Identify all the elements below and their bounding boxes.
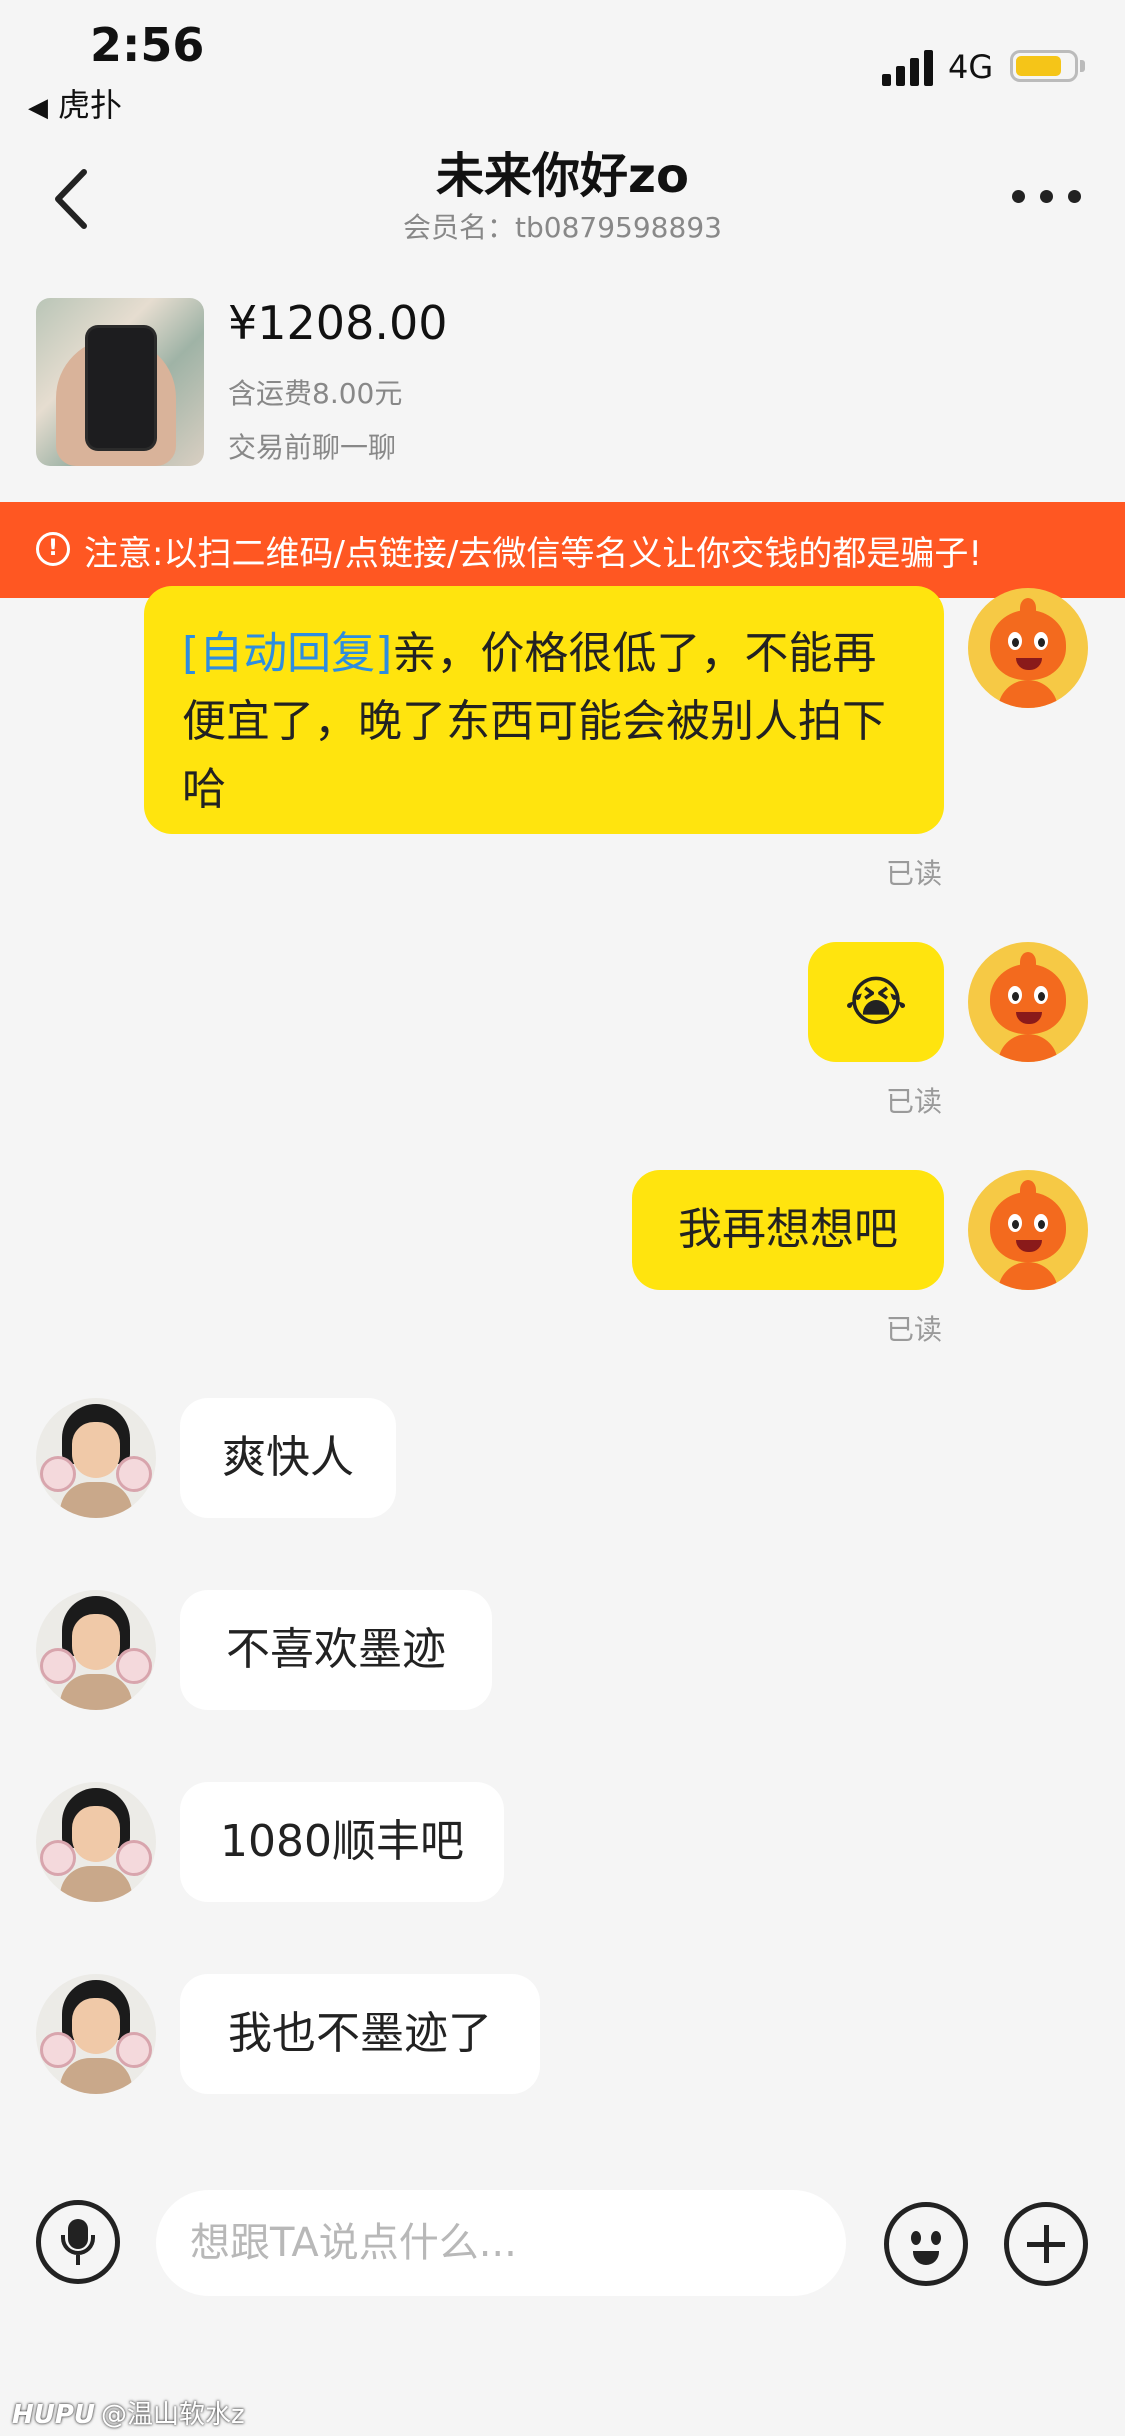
battery-icon — [1010, 50, 1078, 82]
read-receipt: 已读 — [886, 857, 943, 890]
watermark-brand: HUPU — [12, 2400, 96, 2430]
signal-icon — [882, 50, 934, 86]
message-input[interactable] — [156, 2190, 846, 2296]
watermark-user: @温山软水z — [101, 2400, 245, 2430]
scam-warning-banner: ! 注意:以扫二维码/点链接/去微信等名义让你交钱的都是骗子! — [0, 502, 1125, 598]
contact-avatar[interactable] — [36, 1974, 156, 2094]
message-bubble-outgoing[interactable]: [自动回复]亲，价格很低了，不能再便宜了，晚了东西可能会被别人拍下哈 — [144, 586, 944, 834]
message-bubble-outgoing[interactable]: 😭 — [808, 942, 944, 1062]
chat-title: 未来你好zo — [436, 148, 689, 204]
message-text: 爽快人 — [222, 1432, 354, 1483]
message-bubble-incoming[interactable]: 1080顺丰吧 — [180, 1782, 504, 1902]
more-icon[interactable] — [1012, 190, 1082, 204]
message-text: 我也不墨迹了 — [228, 2008, 492, 2059]
my-avatar[interactable] — [968, 588, 1088, 708]
emoji-icon[interactable] — [884, 2202, 968, 2286]
battery-tip — [1080, 60, 1085, 72]
message-bubble-incoming[interactable]: 不喜欢墨迹 — [180, 1590, 492, 1710]
message-text: 1080顺丰吧 — [220, 1816, 464, 1867]
member-name: 会员名：tb0879598893 — [403, 211, 722, 244]
contact-avatar[interactable] — [36, 1398, 156, 1518]
message-text: 我再想想吧 — [678, 1204, 898, 1255]
watermark: HUPU @温山软水z — [12, 2394, 245, 2431]
my-avatar[interactable] — [968, 1170, 1088, 1290]
voice-input-icon[interactable] — [36, 2200, 120, 2284]
contact-avatar[interactable] — [36, 1590, 156, 1710]
back-app-label: 虎扑 — [58, 86, 123, 124]
back-to-app-link[interactable]: ◀ 虎扑 — [28, 80, 122, 126]
network-type: 4G — [948, 48, 994, 86]
alert-icon: ! — [36, 532, 70, 566]
product-thumbnail[interactable] — [36, 298, 204, 466]
message-text: 不喜欢墨迹 — [226, 1624, 446, 1675]
add-attachment-icon[interactable] — [1004, 2202, 1088, 2286]
message-bubble-outgoing[interactable]: 我再想想吧 — [632, 1170, 944, 1290]
status-time: 2:56 — [90, 18, 205, 72]
crying-emoji: 😭 — [844, 970, 908, 1033]
product-subtitle: 交易前聊一聊 — [228, 431, 397, 464]
shipping-fee: 含运费8.00元 — [228, 377, 403, 410]
message-bubble-incoming[interactable]: 我也不墨迹了 — [180, 1974, 540, 2094]
read-receipt: 已读 — [886, 1085, 943, 1118]
back-triangle-icon: ◀ — [28, 93, 48, 123]
auto-reply-tag: [自动回复] — [182, 628, 393, 679]
message-bubble-incoming[interactable]: 爽快人 — [180, 1398, 396, 1518]
read-receipt: 已读 — [886, 1313, 943, 1346]
warning-text: 注意:以扫二维码/点链接/去微信等名义让你交钱的都是骗子! — [84, 534, 982, 574]
product-price: ¥1208.00 — [228, 296, 448, 350]
my-avatar[interactable] — [968, 942, 1088, 1062]
contact-avatar[interactable] — [36, 1782, 156, 1902]
